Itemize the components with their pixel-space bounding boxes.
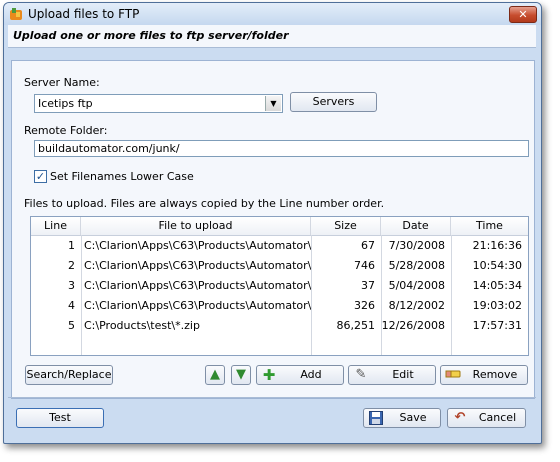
cell-time: 10:54:30 [472, 259, 522, 272]
servers-button[interactable]: Servers [290, 92, 377, 112]
chevron-down-icon[interactable]: ▼ [265, 96, 281, 111]
cell-line: 1 [68, 239, 75, 252]
edit-button-label: Edit [392, 368, 414, 381]
undo-cancel-icon: ↶ [454, 410, 466, 425]
cell-size: 86,251 [336, 319, 376, 332]
cell-size: 326 [354, 299, 375, 312]
cell-line: 4 [68, 299, 75, 312]
cell-time: 14:05:34 [472, 279, 522, 292]
upload-ftp-dialog: Upload files to FTP ✕ Upload one or more… [3, 2, 542, 444]
eraser-icon [445, 368, 461, 382]
lowercase-checkbox-label: Set Filenames Lower Case [50, 170, 194, 183]
test-button[interactable]: Test [16, 408, 104, 428]
remove-button[interactable]: Remove [440, 365, 528, 385]
cell-size: 67 [361, 239, 375, 252]
main-panel: Server Name: Icetips ftp ▼ Servers Remot… [11, 60, 535, 399]
dialog-subtitle: Upload one or more files to ftp server/f… [13, 29, 289, 42]
table-row[interactable]: 5 C:\Products\test\*.zip 86,251 12/26/20… [31, 316, 528, 336]
remote-folder-label: Remote Folder: [24, 124, 108, 137]
column-header-line[interactable]: Line [31, 217, 81, 235]
server-name-dropdown[interactable]: Icetips ftp ▼ [34, 94, 283, 113]
cell-date: 12/26/2008 [381, 319, 445, 332]
green-down-arrow-icon: ▼ [236, 367, 246, 382]
cell-line: 2 [68, 259, 75, 272]
table-row[interactable]: 4 C:\Clarion\Apps\C63\Products\Automator… [31, 296, 528, 316]
table-row[interactable]: 3 C:\Clarion\Apps\C63\Products\Automator… [31, 276, 528, 296]
cell-file: C:\Clarion\Apps\C63\Products\Automator\M… [84, 279, 311, 292]
footer-divider [8, 397, 536, 398]
cell-date: 8/12/2002 [388, 299, 445, 312]
table-row[interactable]: 1 C:\Clarion\Apps\C63\Products\Automator… [31, 236, 528, 256]
cell-size: 37 [361, 279, 375, 292]
column-header-date[interactable]: Date [381, 217, 451, 235]
search-replace-label: Search/Replace [26, 368, 112, 381]
title-bar[interactable]: Upload files to FTP ✕ [4, 3, 541, 25]
remove-button-label: Remove [472, 368, 518, 381]
add-button[interactable]: ✚ Add [256, 365, 344, 385]
cell-date: 7/30/2008 [388, 239, 445, 252]
files-table-header: Line File to upload Size Date Time [31, 217, 528, 236]
cell-date: 5/04/2008 [388, 279, 445, 292]
window-title: Upload files to FTP [28, 7, 140, 21]
save-button[interactable]: Save [363, 408, 441, 428]
cancel-button[interactable]: ↶ Cancel [447, 408, 526, 428]
move-up-button[interactable]: ▲ [205, 365, 225, 385]
column-header-time[interactable]: Time [451, 217, 528, 235]
green-up-arrow-icon: ▲ [210, 367, 220, 382]
ftp-app-icon [10, 8, 22, 20]
cell-file: C:\Clarion\Apps\C63\Products\Automator\p… [84, 299, 311, 312]
cell-line: 5 [68, 319, 75, 332]
cell-file: C:\Clarion\Apps\C63\Products\Automator\B… [84, 239, 311, 252]
remote-folder-value: buildautomator.com/junk/ [38, 142, 180, 155]
server-name-value: Icetips ftp [38, 97, 93, 110]
edit-pencil-icon: ✎ [355, 367, 367, 382]
close-button[interactable]: ✕ [509, 6, 537, 23]
cell-line: 3 [68, 279, 75, 292]
servers-button-label: Servers [312, 95, 355, 108]
search-replace-button[interactable]: Search/Replace [25, 365, 113, 385]
cell-date: 5/28/2008 [388, 259, 445, 272]
floppy-disk-icon [368, 411, 384, 425]
remote-folder-input[interactable]: buildautomator.com/junk/ [34, 140, 529, 157]
edit-button[interactable]: ✎ Edit [348, 365, 436, 385]
save-button-label: Save [399, 411, 427, 424]
cell-time: 21:16:36 [472, 239, 522, 252]
table-row[interactable]: 2 C:\Clarion\Apps\C63\Products\Automator… [31, 256, 528, 276]
lowercase-checkbox[interactable]: ✓ [34, 170, 47, 183]
cancel-button-label: Cancel [478, 411, 517, 424]
test-button-label: Test [49, 411, 71, 424]
column-header-file[interactable]: File to upload [81, 217, 311, 235]
cell-file: C:\Products\test\*.zip [84, 319, 200, 332]
files-caption: Files to upload. Files are always copied… [24, 197, 385, 210]
add-button-label: Add [300, 368, 322, 381]
header-band: Upload one or more files to ftp server/f… [8, 25, 536, 48]
cell-time: 17:57:31 [472, 319, 522, 332]
cell-time: 19:03:02 [472, 299, 522, 312]
move-down-button[interactable]: ▼ [231, 365, 251, 385]
server-name-label: Server Name: [24, 76, 100, 89]
column-header-size[interactable]: Size [311, 217, 381, 235]
cell-size: 746 [354, 259, 375, 272]
cell-file: C:\Clarion\Apps\C63\Products\Automator\i… [84, 259, 311, 272]
green-plus-icon: ✚ [262, 366, 276, 384]
files-table[interactable]: Line File to upload Size Date Time 1 C:\… [30, 216, 529, 356]
